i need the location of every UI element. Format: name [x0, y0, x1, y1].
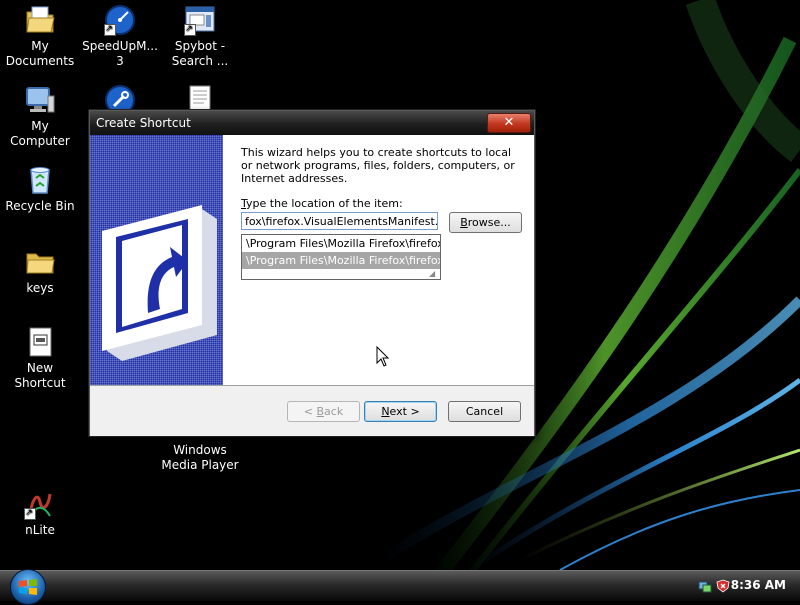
mouse-pointer-icon — [376, 345, 390, 372]
next-label: ext > — [389, 405, 420, 418]
autocomplete-item-selected[interactable]: \Program Files\Mozilla Firefox\firefox — [242, 252, 440, 269]
browse-label: rowse... — [467, 216, 511, 229]
security-shield-icon[interactable] — [716, 578, 730, 593]
desktop-icon-my-documents[interactable]: My Documents — [0, 4, 80, 69]
desktop-icon-label: Windows Media Player — [161, 443, 239, 472]
location-label-text: ype the location of the item: — [246, 197, 403, 210]
close-button[interactable]: ✕ — [487, 113, 531, 133]
back-button[interactable]: < Back — [287, 401, 360, 422]
speedometer-icon — [104, 4, 136, 37]
browse-button[interactable]: Browse... — [449, 212, 522, 233]
clock[interactable]: 8:36 AM — [731, 578, 786, 592]
desktop-icon-label: My Computer — [10, 119, 70, 148]
wizard-side-banner — [90, 135, 223, 385]
shortcut-file-icon — [24, 326, 56, 358]
desktop-icon-label: New Shortcut — [14, 361, 66, 390]
next-access-key: N — [381, 405, 390, 418]
desktop-icon-recycle-bin[interactable]: Recycle Bin — [0, 164, 80, 214]
desktop-icon-label: SpeedUpM... 3 — [82, 39, 158, 68]
autocomplete-list[interactable]: \Program Files\Mozilla Firefox\firefox \… — [241, 234, 441, 280]
desktop-icon-label: My Documents — [5, 39, 75, 68]
create-shortcut-dialog: Create Shortcut ✕ This wizard helps you … — [89, 110, 535, 436]
my-documents-icon — [24, 4, 56, 36]
wizard-footer: < Back Next > Cancel — [90, 385, 534, 436]
desktop-icon-speedupm[interactable]: SpeedUpM... 3 — [80, 4, 160, 69]
network-icon[interactable] — [698, 578, 712, 593]
desktop-icon-my-computer[interactable]: My Computer — [0, 84, 80, 149]
desktop-icon-nlite[interactable]: nLite — [0, 488, 80, 538]
back-access-key: B — [316, 405, 325, 418]
wizard-intro-text: This wizard helps you to create shortcut… — [241, 146, 515, 185]
resize-grip-icon[interactable]: ◢ — [429, 270, 439, 278]
recycle-bin-icon — [24, 164, 56, 196]
location-input[interactable]: fox\firefox.VisualElementsManifest.xml — [241, 212, 438, 230]
spybot-icon — [184, 4, 216, 37]
desktop-icon-label: keys — [26, 281, 54, 295]
next-button[interactable]: Next > — [364, 401, 437, 422]
location-input-value: fox\firefox.VisualElementsManifest.xml — [245, 215, 438, 228]
back-label: ack — [324, 405, 344, 418]
autocomplete-item[interactable]: \Program Files\Mozilla Firefox\firefox — [242, 235, 440, 252]
computer-icon — [24, 84, 56, 116]
back-label-prefix: < — [303, 405, 317, 418]
dialog-titlebar[interactable]: Create Shortcut ✕ — [90, 111, 534, 135]
browse-access-key: B — [460, 216, 468, 229]
taskbar: 8:36 AM — [0, 569, 800, 605]
windows-logo-icon — [19, 579, 37, 595]
dialog-title: Create Shortcut — [96, 116, 191, 130]
cancel-button[interactable]: Cancel — [448, 401, 521, 422]
desktop-icon-new-shortcut[interactable]: New Shortcut — [0, 326, 80, 391]
location-label: Type the location of the item: — [241, 197, 403, 210]
wizard-body: This wizard helps you to create shortcut… — [90, 135, 534, 385]
shortcut-arrow-icon — [102, 205, 217, 361]
desktop-icon-label: Recycle Bin — [5, 199, 75, 213]
desktop-icon-keys[interactable]: keys — [0, 246, 80, 296]
nlite-icon — [24, 488, 56, 521]
folder-icon — [24, 246, 56, 278]
desktop-icon-label: nLite — [25, 523, 55, 537]
desktop-icon-label: Spybot - Search ... — [171, 39, 229, 68]
desktop-icon-spybot[interactable]: Spybot - Search ... — [160, 4, 240, 69]
